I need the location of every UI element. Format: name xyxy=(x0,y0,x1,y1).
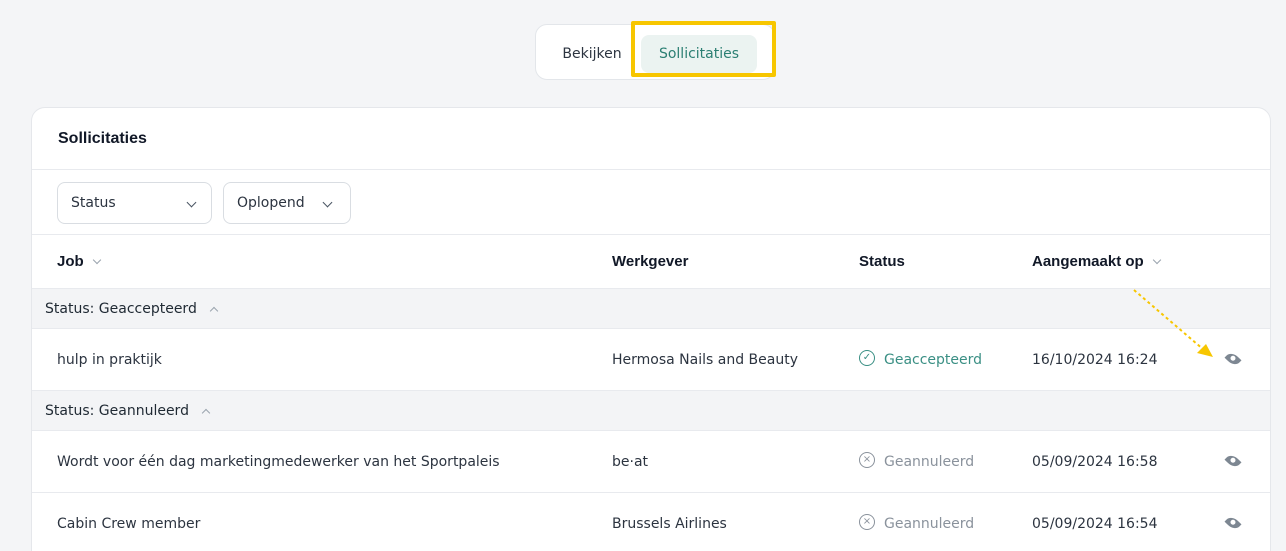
tab-sollicitaties[interactable]: Sollicitaties xyxy=(641,35,757,73)
filter-bar: Status Oplopend xyxy=(32,170,1270,235)
eye-icon xyxy=(1224,514,1242,532)
job-cell: hulp in praktijk xyxy=(57,352,162,368)
employer-cell: be·at xyxy=(612,454,649,470)
sort-order-label: Oplopend xyxy=(237,195,305,211)
status-cell: ✓ Geaccepteerd xyxy=(859,329,982,391)
chevron-down-icon xyxy=(186,197,197,208)
date-cell: 05/09/2024 16:54 xyxy=(1032,516,1158,532)
status-filter-label: Status xyxy=(71,195,116,211)
date-cell: 05/09/2024 16:58 xyxy=(1032,454,1158,470)
view-button[interactable] xyxy=(1224,514,1242,532)
status-label: Geaccepteerd xyxy=(884,352,983,368)
applications-card: Sollicitaties Status Oplopend Job Werkge… xyxy=(31,107,1271,551)
group-header-label: Status: Geaccepteerd xyxy=(45,301,197,317)
table-row[interactable]: Wordt voor één dag marketingmedewerker v… xyxy=(32,431,1270,493)
view-button[interactable] xyxy=(1224,350,1242,368)
employer-cell: Brussels Airlines xyxy=(612,516,727,532)
status-label: Geannuleerd xyxy=(884,516,975,532)
eye-icon xyxy=(1224,452,1242,470)
column-header-created[interactable]: Aangemaakt op xyxy=(1032,235,1161,289)
column-header-status: Status xyxy=(859,253,905,270)
chevron-down-icon xyxy=(1152,255,1161,265)
chevron-up-icon xyxy=(201,408,211,418)
table-header: Job Werkgever Status Aangemaakt op xyxy=(32,235,1270,289)
chevron-down-icon xyxy=(322,197,333,208)
status-cell: × Geannuleerd xyxy=(859,493,974,551)
employer-cell: Hermosa Nails and Beauty xyxy=(612,352,798,368)
eye-icon xyxy=(1224,350,1242,368)
column-header-created-label: Aangemaakt op xyxy=(1032,253,1144,270)
job-cell: Cabin Crew member xyxy=(57,516,201,532)
check-circle-icon: ✓ xyxy=(859,350,875,366)
column-header-job-label: Job xyxy=(57,253,84,270)
job-cell: Wordt voor één dag marketingmedewerker v… xyxy=(57,454,500,470)
status-label: Geannuleerd xyxy=(884,454,975,470)
view-button[interactable] xyxy=(1224,452,1242,470)
column-header-job[interactable]: Job xyxy=(57,235,101,289)
date-cell: 16/10/2024 16:24 xyxy=(1032,352,1158,368)
x-circle-icon: × xyxy=(859,452,875,468)
column-header-employer: Werkgever xyxy=(612,253,689,270)
sort-order-select[interactable]: Oplopend xyxy=(223,182,351,224)
group-header-label: Status: Geannuleerd xyxy=(45,403,189,419)
chevron-down-icon xyxy=(92,255,101,265)
card-title: Sollicitaties xyxy=(32,108,1270,170)
status-filter-select[interactable]: Status xyxy=(57,182,212,224)
table-row[interactable]: hulp in praktijk Hermosa Nails and Beaut… xyxy=(32,329,1270,391)
chevron-up-icon xyxy=(209,306,219,316)
group-header-accepted[interactable]: Status: Geaccepteerd xyxy=(32,289,1270,329)
status-cell: × Geannuleerd xyxy=(859,431,974,493)
table-row[interactable]: Cabin Crew member Brussels Airlines × Gea… xyxy=(32,493,1270,551)
x-circle-icon: × xyxy=(859,514,875,530)
tab-bekijken[interactable]: Bekijken xyxy=(548,35,636,73)
view-tabs: Bekijken Sollicitaties xyxy=(535,24,775,80)
group-header-cancelled[interactable]: Status: Geannuleerd xyxy=(32,391,1270,431)
